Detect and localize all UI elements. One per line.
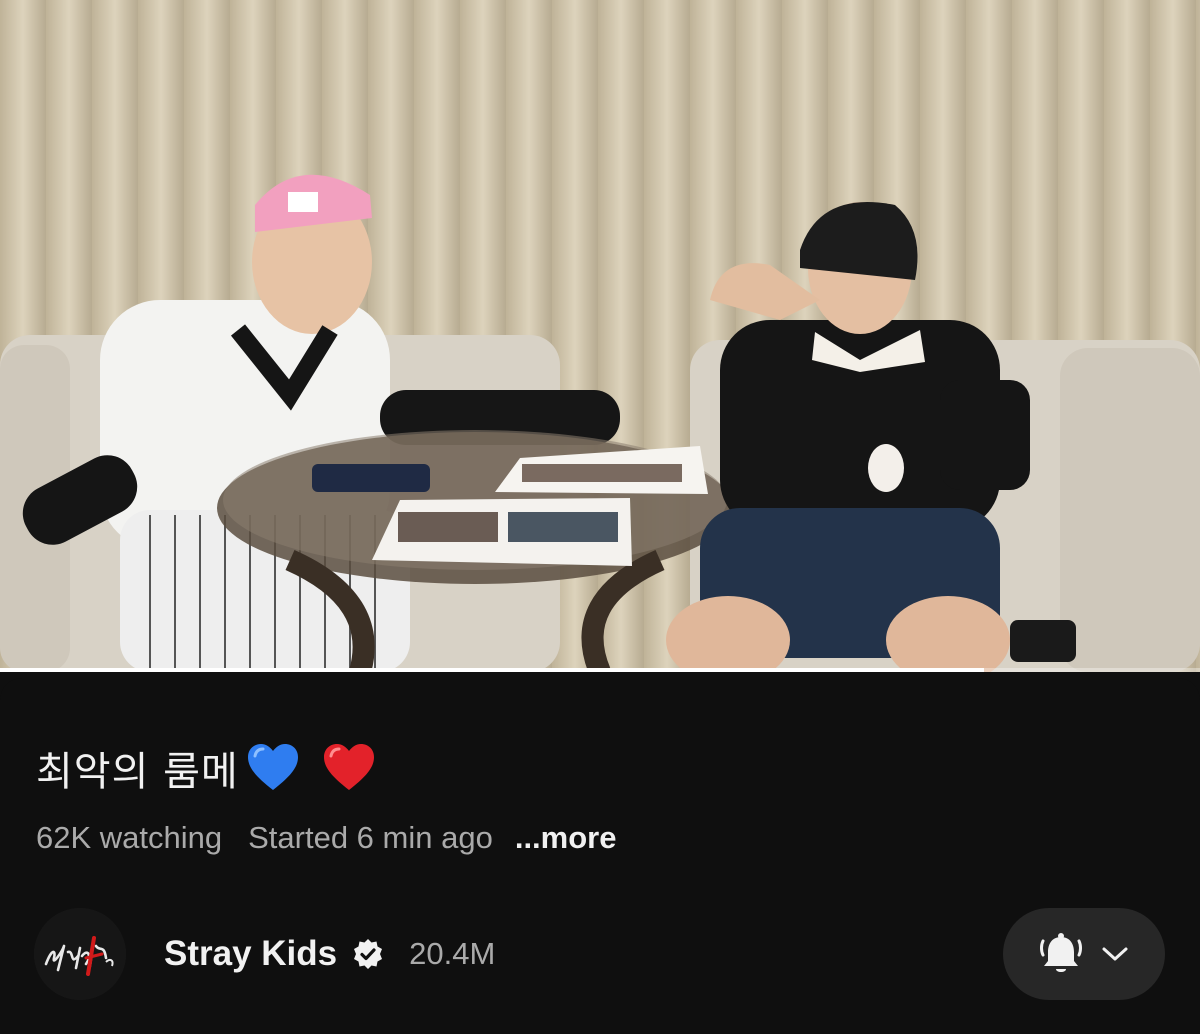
video-frame [0, 0, 1200, 672]
video-title[interactable]: 최악의 룸메 [36, 736, 377, 800]
video-meta[interactable]: 62K watching Started 6 min ago ...more [36, 816, 616, 860]
channel-avatar[interactable] [34, 908, 126, 1000]
channel-name[interactable]: Stray Kids [164, 934, 337, 974]
subscriber-count: 20.4M [409, 936, 496, 971]
channel-row: Stray Kids 20.4M [34, 906, 1166, 1002]
viewer-count: 62K watching [36, 820, 223, 855]
started-time: Started 6 min ago [248, 820, 493, 855]
blue-heart-icon [247, 744, 298, 790]
notifications-button[interactable] [1003, 908, 1165, 1000]
red-heart-icon [323, 744, 374, 790]
verified-badge-icon [354, 939, 383, 969]
progress-fill [0, 668, 984, 672]
bell-icon [1040, 933, 1082, 972]
video-title-text: 최악의 룸메 [36, 749, 239, 795]
live-video-player[interactable] [0, 0, 1200, 672]
chevron-down-icon [1102, 947, 1128, 961]
live-progress-bar[interactable] [0, 668, 1200, 672]
more-link[interactable]: ...more [515, 820, 617, 856]
stray-kids-logo [34, 908, 126, 1000]
